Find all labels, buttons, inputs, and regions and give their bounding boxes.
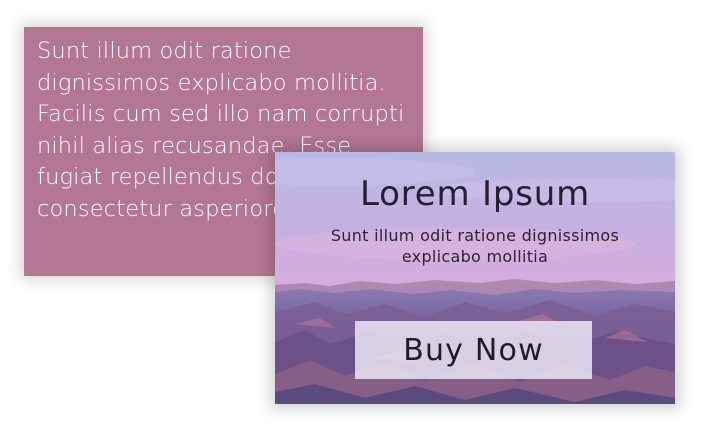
promo-subtitle: Sunt illum odit ratione dignissimos expl… <box>330 226 620 266</box>
promo-title: Lorem Ipsum <box>359 174 591 214</box>
promo-card: Lorem Ipsum Sunt illum odit ratione dign… <box>275 152 675 404</box>
buy-now-button[interactable]: Buy Now <box>355 321 592 379</box>
